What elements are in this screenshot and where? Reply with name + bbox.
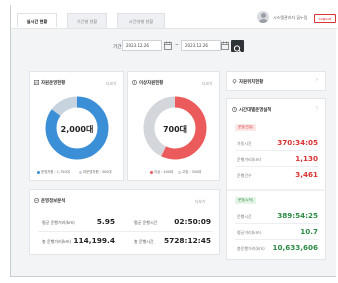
- card-title: 운영정보분석: [41, 199, 66, 204]
- chevron-right-icon[interactable]: ›: [316, 77, 318, 83]
- metric-value: 10,633,606: [272, 243, 318, 252]
- more-link[interactable]: 더보기: [195, 199, 205, 205]
- card-title: 시간대별운영실적: [239, 108, 272, 113]
- metric-label: 운행거리(km): [237, 157, 262, 162]
- card-title: 자원위치현황: [239, 80, 264, 85]
- metric-label: 총운행거리(km): [237, 246, 265, 251]
- legend-failure: 고장 : 300대: [178, 169, 201, 174]
- divider: [38, 231, 213, 232]
- card-title: 이상자원현황: [139, 81, 164, 86]
- metric-label: 가동시간: [237, 141, 252, 146]
- divider: [235, 150, 319, 151]
- section-divider: [227, 189, 327, 191]
- abnormal-total: 700대: [162, 125, 188, 134]
- metric-value: 10.7: [300, 227, 318, 236]
- status-badge: 운영(누적): [235, 197, 257, 204]
- legend-abnormal: 이상 : 400대: [150, 169, 173, 174]
- metric-label: 운행건수: [237, 173, 252, 178]
- divider: [235, 223, 319, 224]
- legend-operating: 운영자원 : 1,700대: [37, 169, 70, 174]
- avatar[interactable]: [257, 11, 269, 23]
- avg-distance-value: 5.95: [96, 217, 115, 226]
- divider: [235, 166, 319, 167]
- logout-button[interactable]: Logout: [314, 14, 336, 23]
- status-badge: 운영(전일): [235, 124, 257, 131]
- analysis-icon: [34, 198, 39, 203]
- card-title: 자원운영현황: [41, 81, 66, 86]
- chart-icon: [34, 80, 39, 85]
- calendar-icon[interactable]: [221, 41, 229, 50]
- total-distance-value: 114,199.4: [73, 236, 115, 245]
- total-time-value: 5728:12:45: [163, 236, 211, 245]
- avg-time-label: 평균 운행시간: [134, 220, 158, 225]
- metric-value: 1,130: [295, 154, 318, 163]
- resource-status-card: 자원운영현황 더보기 2,000대 운영자원 : 1,700대 미운영자원 : …: [29, 71, 124, 181]
- avg-time-value: 02:50:09: [174, 217, 211, 226]
- legend-non-operating: 미운영자원 : 300대: [79, 169, 112, 174]
- tab-period[interactable]: 기간별 현황: [67, 13, 107, 28]
- alert-icon: [132, 80, 137, 85]
- clock-icon: [232, 107, 237, 112]
- search-button[interactable]: [231, 40, 244, 53]
- end-date-input[interactable]: 2023.12.26: [181, 40, 221, 51]
- period-label: 기간: [113, 45, 122, 50]
- operation-analysis-card: 운영정보분석 더보기 평균 운행거리(km) 5.95 평균 운행시간 02:5…: [29, 189, 220, 255]
- avg-distance-label: 평균 운행거리(km): [42, 220, 75, 225]
- total-time-label: 총 운행시간: [134, 239, 154, 244]
- hourly-performance-card: 시간대별운영실적 › 운영(전일) 가동시간 370:34:05 운행거리(km…: [226, 98, 327, 260]
- metric-label: 평균거리(km): [237, 230, 262, 235]
- start-date-input[interactable]: 2023.12.26: [122, 40, 162, 51]
- metric-label: 운행시간: [237, 214, 252, 219]
- metric-value: 370:34:05: [277, 138, 318, 147]
- location-icon: [232, 79, 237, 84]
- resource-total: 2,000대: [60, 125, 94, 134]
- search-icon: [233, 45, 241, 53]
- tab-realtime[interactable]: 실시간 현황: [17, 13, 57, 28]
- top-bar: 실시간 현황 기간별 현황 시간대별 현황 시스템관리자 꿈누림 Logout: [11, 5, 337, 29]
- chevron-right-icon[interactable]: ›: [316, 105, 318, 111]
- metric-value: 3,461: [295, 170, 318, 179]
- total-distance-label: 총 운행거리(km): [42, 239, 72, 244]
- abnormal-resource-card: 이상자원현황 더보기 700대 이상 : 400대 고장 : 300대: [127, 71, 220, 181]
- calendar-icon[interactable]: [164, 41, 172, 50]
- user-name: 시스템관리자 꿈누림: [273, 15, 308, 20]
- more-link[interactable]: 더보기: [106, 81, 116, 87]
- tab-hourly[interactable]: 시간대별 현황: [117, 13, 165, 28]
- resource-location-card[interactable]: 자원위치현황 ›: [226, 71, 326, 91]
- metric-value: 389:54:25: [277, 211, 318, 220]
- more-link[interactable]: 더보기: [202, 81, 212, 87]
- divider: [235, 239, 319, 240]
- date-separator: ~: [175, 43, 179, 48]
